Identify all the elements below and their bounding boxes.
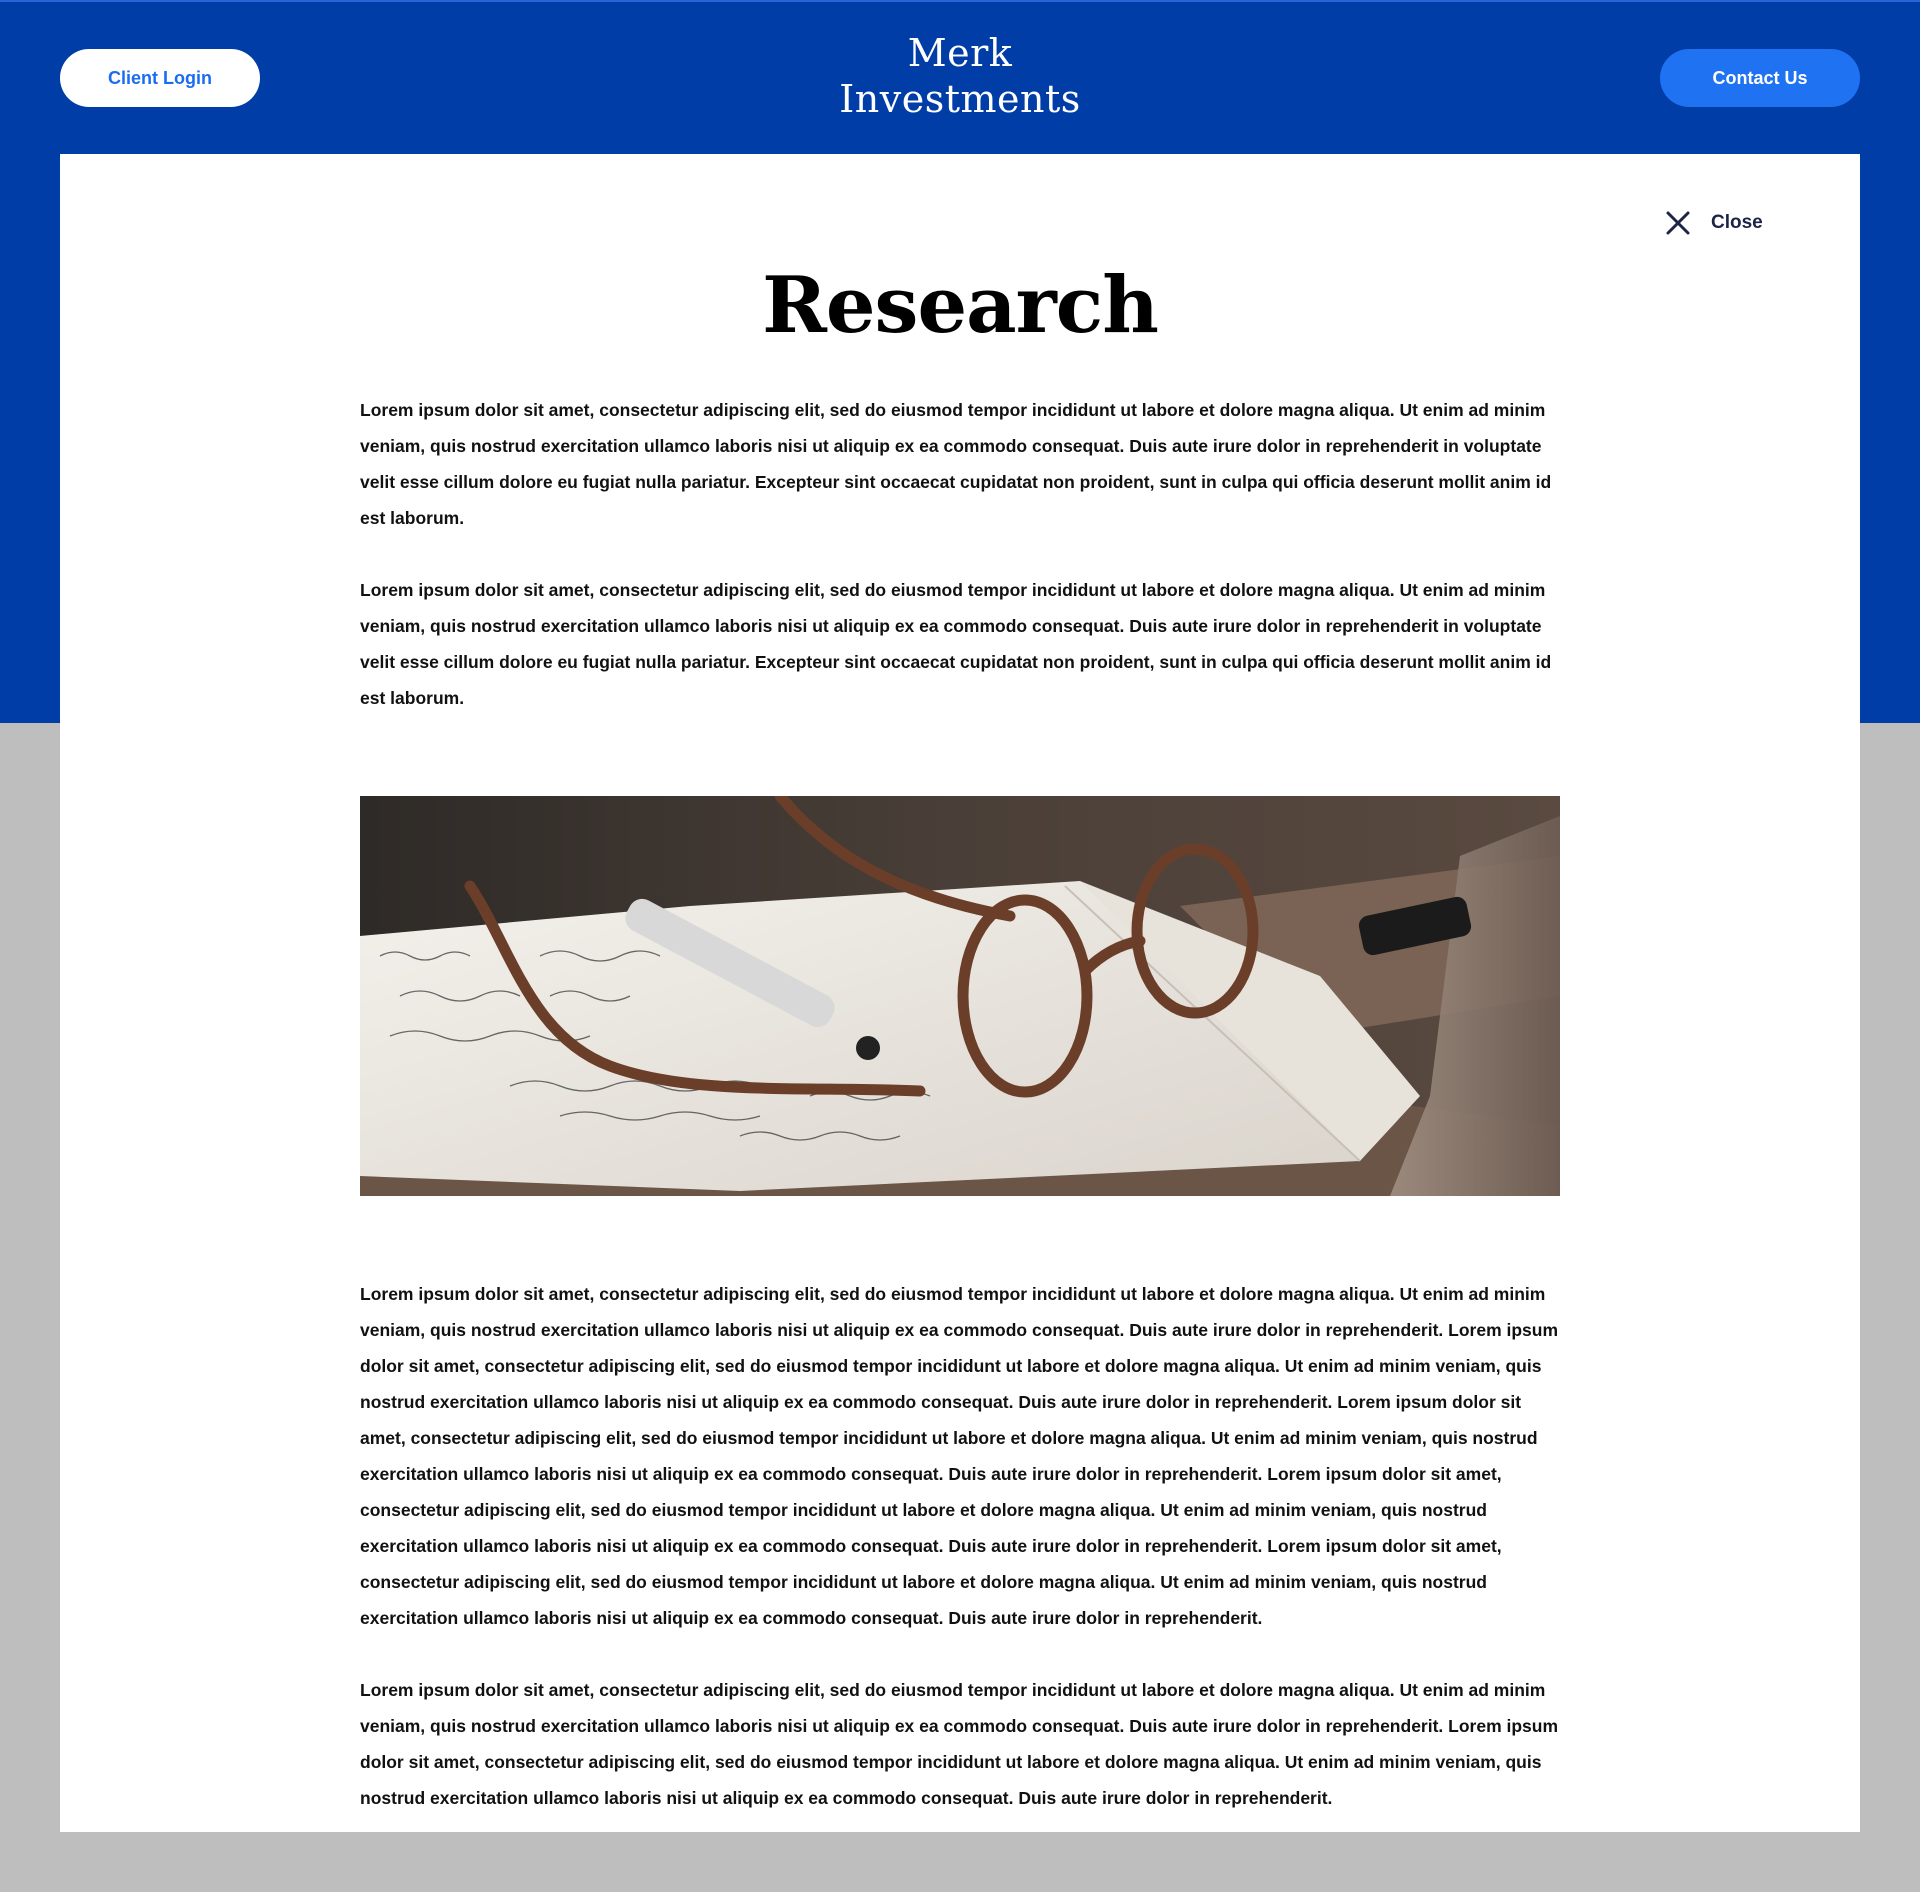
logo-line-1: Merk xyxy=(907,31,1013,75)
close-button[interactable]: Close xyxy=(1665,208,1763,238)
close-label: Close xyxy=(1711,212,1763,233)
intro-paragraph-2: Lorem ipsum dolor sit amet, consectetur … xyxy=(360,580,1552,708)
logo-line-2: Investments xyxy=(839,77,1081,121)
site-header: Client Login Merk Investments Contact Us xyxy=(0,0,1920,154)
body-paragraph-2: Lorem ipsum dolor sit amet, consectetur … xyxy=(360,1680,1559,1808)
brand-logo[interactable]: Merk Investments xyxy=(760,30,1160,122)
contact-us-button[interactable]: Contact Us xyxy=(1660,49,1860,107)
research-modal: Close Research Lorem ipsum dolor sit ame… xyxy=(60,154,1860,1832)
client-login-button[interactable]: Client Login xyxy=(60,49,260,107)
body-paragraph-1: Lorem ipsum dolor sit amet, consectetur … xyxy=(360,1284,1559,1628)
close-icon xyxy=(1665,210,1691,236)
page-title: Research xyxy=(762,260,1159,351)
research-photo xyxy=(360,796,1560,1196)
intro-paragraph-1: Lorem ipsum dolor sit amet, consectetur … xyxy=(360,400,1552,528)
